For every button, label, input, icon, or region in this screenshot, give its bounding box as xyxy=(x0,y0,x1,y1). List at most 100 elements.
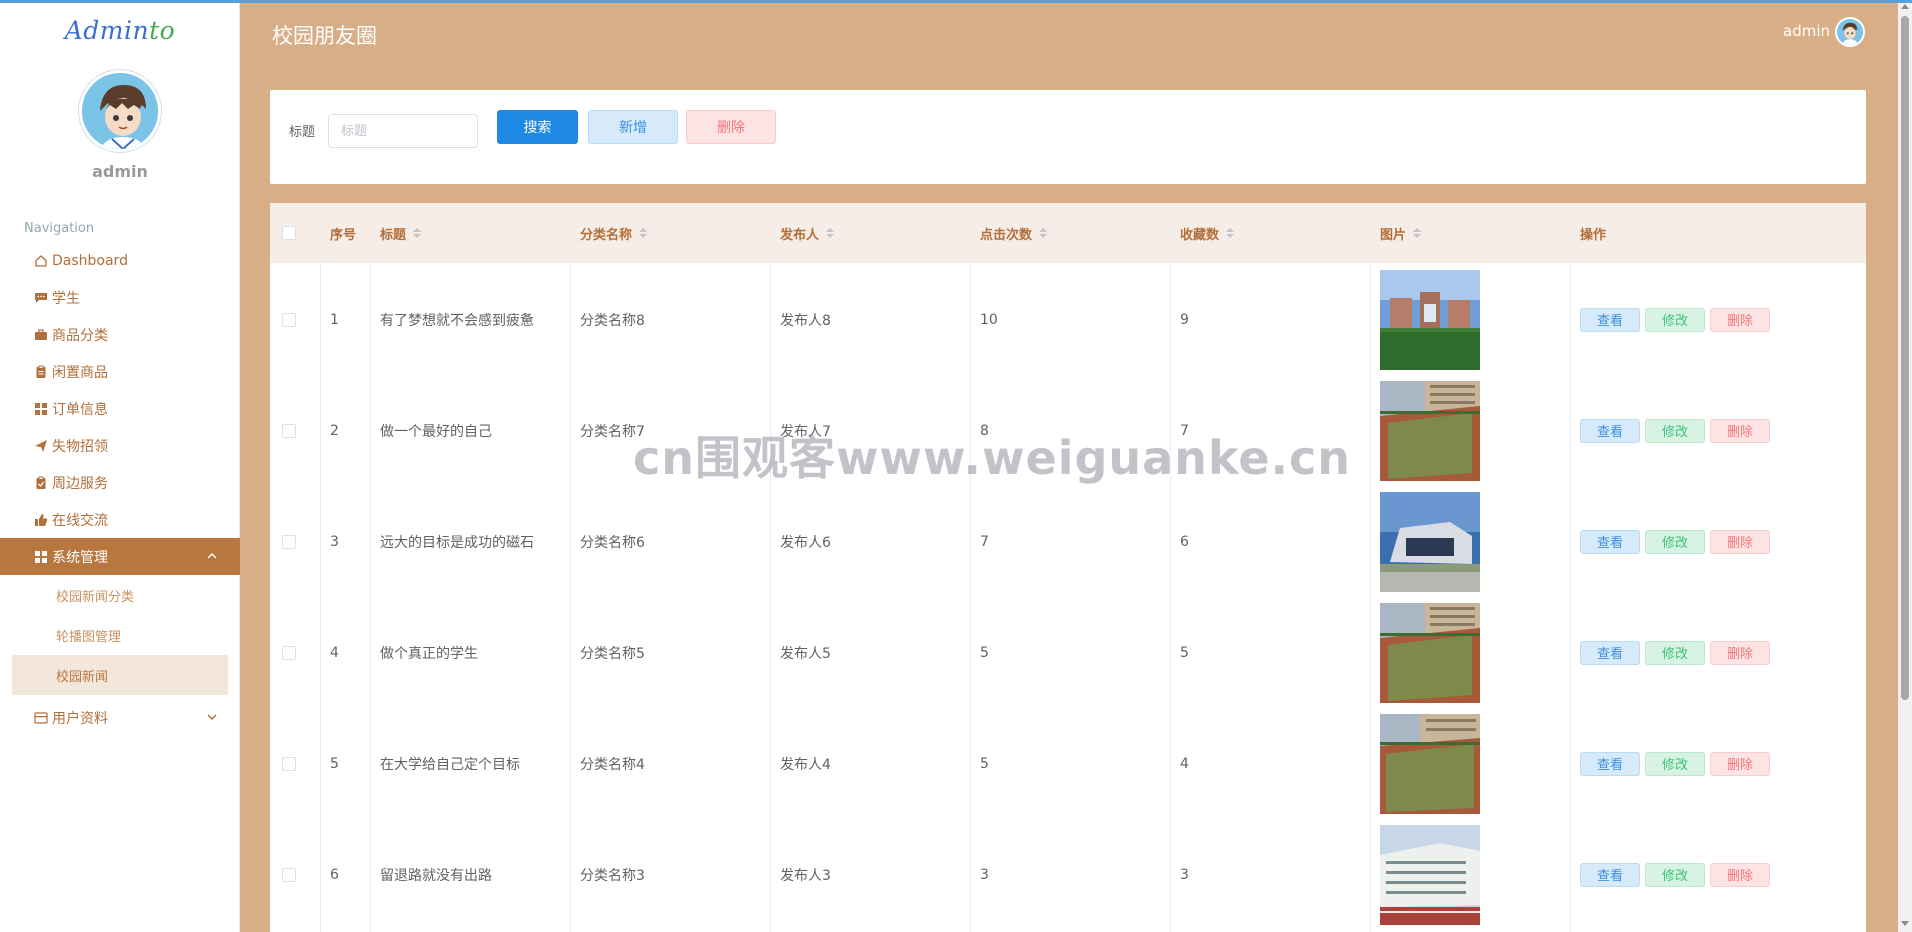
sidebar-item-lost-found[interactable]: 失物招领 xyxy=(0,427,240,464)
sort-icon[interactable] xyxy=(1413,228,1422,238)
sidebar-menu: Dashboard 学生 商品分类 闲置商品 订单信息 失物招领 周边服务 在线… xyxy=(0,242,240,736)
row-checkbox[interactable] xyxy=(282,423,296,438)
view-button[interactable]: 查看 xyxy=(1580,751,1640,776)
column-header-label: 发布人 xyxy=(780,227,820,243)
sidebar-item-orders[interactable]: 订单信息 xyxy=(0,390,240,427)
sort-icon[interactable] xyxy=(639,228,648,238)
column-header-label: 收藏数 xyxy=(1180,227,1220,243)
row-checkbox[interactable] xyxy=(282,867,296,882)
add-button[interactable]: 新增 xyxy=(588,110,678,144)
news-thumbnail[interactable] xyxy=(1380,824,1480,925)
edit-button[interactable]: 修改 xyxy=(1645,307,1705,332)
news-thumbnail[interactable] xyxy=(1380,713,1480,814)
view-button[interactable]: 查看 xyxy=(1580,529,1640,554)
sidebar-item-student[interactable]: 学生 xyxy=(0,279,240,316)
cell-image xyxy=(1370,486,1570,597)
delete-button[interactable]: 删除 xyxy=(1710,418,1770,443)
cell-favorites: 5 xyxy=(1180,644,1189,661)
row-checkbox[interactable] xyxy=(282,645,296,660)
sidebar-item-goods-category[interactable]: 商品分类 xyxy=(0,316,240,353)
column-header-category[interactable]: 分类名称 xyxy=(570,203,770,263)
sidebar-subitem-campus-news[interactable]: 校园新闻 xyxy=(12,655,228,695)
cell-category: 分类名称5 xyxy=(580,645,645,662)
news-thumbnail[interactable] xyxy=(1380,380,1480,481)
row-checkbox[interactable] xyxy=(282,756,296,771)
sidebar-item-online-chat[interactable]: 在线交流 xyxy=(0,501,240,538)
cell-favorites: 9 xyxy=(1180,311,1189,328)
brand-logo[interactable]: Adminto xyxy=(0,16,240,45)
sidebar-item-system-management[interactable]: 系统管理 xyxy=(0,538,240,575)
column-header-label: 图片 xyxy=(1380,227,1407,243)
view-button[interactable]: 查看 xyxy=(1580,307,1640,332)
sidebar-avatar[interactable] xyxy=(79,70,161,152)
view-button[interactable]: 查看 xyxy=(1580,862,1640,887)
cell-publisher: 发布人4 xyxy=(780,756,831,773)
cell-title: 做一个最好的自己 xyxy=(380,423,492,440)
search-title-input[interactable] xyxy=(328,114,478,148)
cell-favorites: 4 xyxy=(1180,755,1189,772)
send-icon xyxy=(33,438,49,454)
sidebar-item-idle-goods[interactable]: 闲置商品 xyxy=(0,353,240,390)
view-button[interactable]: 查看 xyxy=(1580,640,1640,665)
sort-icon[interactable] xyxy=(1039,228,1048,238)
sort-icon[interactable] xyxy=(826,228,835,238)
row-checkbox[interactable] xyxy=(282,312,296,327)
delete-button[interactable]: 删除 xyxy=(1710,529,1770,554)
delete-button[interactable]: 删除 xyxy=(1710,640,1770,665)
sidebar-item-user-profile[interactable]: 用户资料 xyxy=(0,699,240,736)
select-all-cell xyxy=(270,203,320,263)
delete-button[interactable]: 删除 xyxy=(1710,751,1770,776)
batch-delete-button[interactable]: 删除 xyxy=(686,110,776,144)
search-button[interactable]: 搜索 xyxy=(497,110,578,144)
page-scrollbar[interactable] xyxy=(1898,0,1912,932)
column-header-publisher[interactable]: 发布人 xyxy=(770,203,970,263)
clipboard-icon xyxy=(33,364,49,380)
edit-button[interactable]: 修改 xyxy=(1645,418,1705,443)
cell-image xyxy=(1370,597,1570,708)
system-management-submenu: 校园新闻分类 轮播图管理 校园新闻 xyxy=(0,575,240,695)
briefcase-icon xyxy=(33,327,49,343)
row-select-cell xyxy=(270,819,320,930)
sidebar-item-dashboard[interactable]: Dashboard xyxy=(0,242,240,279)
sidebar-subitem-news-category[interactable]: 校园新闻分类 xyxy=(12,575,228,615)
edit-button[interactable]: 修改 xyxy=(1645,529,1705,554)
view-button[interactable]: 查看 xyxy=(1580,418,1640,443)
sidebar-subitem-carousel[interactable]: 轮播图管理 xyxy=(12,615,228,655)
column-header-image[interactable]: 图片 xyxy=(1370,203,1570,263)
select-all-checkbox[interactable] xyxy=(282,226,296,240)
scrollbar-thumb[interactable] xyxy=(1901,16,1909,700)
edit-button[interactable]: 修改 xyxy=(1645,640,1705,665)
column-header-label: 序号 xyxy=(330,227,357,243)
cell-publisher: 发布人3 xyxy=(780,867,831,884)
row-select-cell xyxy=(270,486,320,597)
sort-icon[interactable] xyxy=(1226,228,1235,238)
edit-button[interactable]: 修改 xyxy=(1645,862,1705,887)
table-row: 5 在大学给自己定个目标 分类名称4 发布人4 5 4 查看 修改 删除 xyxy=(270,708,1866,819)
column-header-clicks[interactable]: 点击次数 xyxy=(970,203,1170,263)
header-avatar[interactable] xyxy=(1835,17,1865,47)
news-thumbnail[interactable] xyxy=(1380,269,1480,370)
cell-title: 做个真正的学生 xyxy=(380,645,478,662)
delete-button[interactable]: 删除 xyxy=(1710,862,1770,887)
sidebar-item-label: 闲置商品 xyxy=(52,364,108,381)
scroll-down-arrow-icon[interactable] xyxy=(1901,921,1909,926)
row-checkbox[interactable] xyxy=(282,534,296,549)
column-header-favorites[interactable]: 收藏数 xyxy=(1170,203,1370,263)
sidebar-item-nearby-services[interactable]: 周边服务 xyxy=(0,464,240,501)
cell-no: 4 xyxy=(330,644,339,661)
delete-button[interactable]: 删除 xyxy=(1710,307,1770,332)
edit-button[interactable]: 修改 xyxy=(1645,751,1705,776)
cell-title: 留退路就没有出路 xyxy=(380,867,492,884)
cell-category: 分类名称4 xyxy=(580,756,645,773)
column-header-label: 操作 xyxy=(1580,227,1607,243)
header-username[interactable]: admin xyxy=(1783,22,1830,40)
table-row: 4 做个真正的学生 分类名称5 发布人5 5 5 查看 修改 删除 xyxy=(270,597,1866,708)
cell-title: 在大学给自己定个目标 xyxy=(380,756,520,773)
news-thumbnail[interactable] xyxy=(1380,602,1480,703)
scroll-up-arrow-icon[interactable] xyxy=(1901,4,1909,9)
cell-actions: 查看 修改 删除 xyxy=(1570,486,1866,597)
news-thumbnail[interactable] xyxy=(1380,491,1480,592)
sidebar-item-label: 周边服务 xyxy=(52,475,108,492)
column-header-title[interactable]: 标题 xyxy=(370,203,570,263)
sort-icon[interactable] xyxy=(413,228,422,238)
